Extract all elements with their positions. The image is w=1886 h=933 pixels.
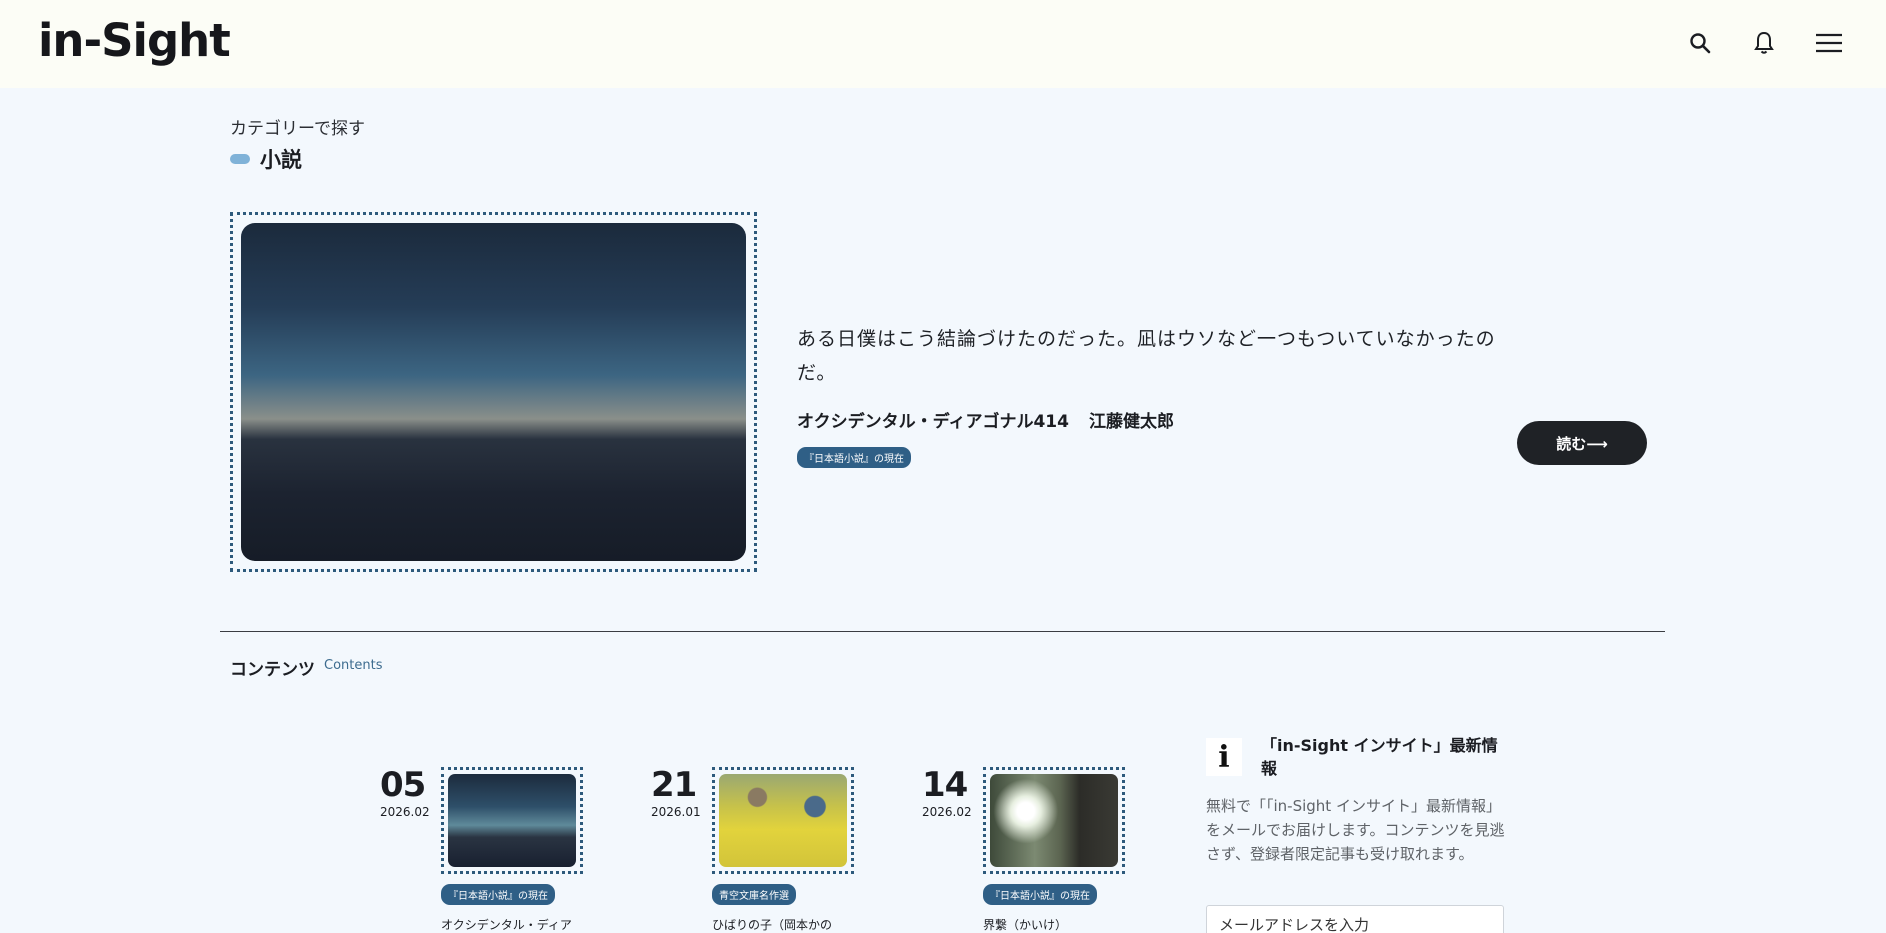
bell-icon[interactable] bbox=[1747, 26, 1781, 60]
featured-meta: オクシデンタル・ディアゴナル414 江藤健太郎 bbox=[797, 407, 1174, 432]
featured-image-frame[interactable] bbox=[230, 212, 757, 572]
category-title: 小説 bbox=[260, 148, 302, 172]
card-year-month: 2026.02 bbox=[380, 805, 430, 819]
category-pill-icon bbox=[230, 154, 250, 164]
newsletter-logo-icon: i bbox=[1206, 738, 1242, 776]
card-tag[interactable]: 『日本語小説』の現在 bbox=[983, 884, 1097, 905]
card-image[interactable] bbox=[990, 774, 1118, 867]
card-tag[interactable]: 『日本語小説』の現在 bbox=[441, 884, 555, 905]
card-image-frame[interactable] bbox=[441, 767, 583, 874]
featured-quote: ある日僕はこう結論づけたのだった。凪はウソなど一つもついていなかったのだ。 bbox=[797, 328, 1496, 384]
newsletter-description: 無料で「「in-Sight インサイト」最新情報」をメールでお届けします。コンテ… bbox=[1206, 797, 1505, 863]
contents-subtitle: Contents bbox=[324, 658, 383, 673]
card-year-month: 2026.02 bbox=[922, 805, 972, 819]
newsletter-title: 「in-Sight インサイト」最新情報 bbox=[1261, 736, 1498, 778]
content-card[interactable]: 05 2026.02 『日本語小説』の現在 オクシデンタル・ディア bbox=[380, 765, 640, 933]
featured-author: 江藤健太郎 bbox=[1088, 412, 1174, 432]
card-image[interactable] bbox=[719, 774, 847, 867]
site-header: in-Sight bbox=[0, 0, 1886, 88]
card-image[interactable] bbox=[448, 774, 576, 867]
card-day: 05 bbox=[380, 765, 426, 805]
email-field[interactable] bbox=[1206, 905, 1504, 933]
read-button[interactable]: 読む⟶ bbox=[1517, 421, 1647, 465]
featured-tag[interactable]: 『日本語小説』の現在 bbox=[797, 447, 911, 468]
featured-work-title[interactable]: オクシデンタル・ディアゴナル414 bbox=[797, 412, 1069, 432]
card-title[interactable]: オクシデンタル・ディア bbox=[441, 916, 572, 933]
card-day: 14 bbox=[922, 765, 968, 805]
content-card[interactable]: 14 2026.02 『日本語小説』の現在 界繋（かいけ） bbox=[922, 765, 1182, 933]
site-logo[interactable]: in-Sight bbox=[38, 14, 231, 67]
content-card[interactable]: 21 2026.01 青空文庫名作選 ひばりの子（岡本かの bbox=[651, 765, 911, 933]
card-title[interactable]: ひばりの子（岡本かの bbox=[712, 916, 832, 933]
card-year-month: 2026.01 bbox=[651, 805, 701, 819]
card-day: 21 bbox=[651, 765, 697, 805]
category-heading: 小説 bbox=[230, 144, 302, 174]
card-image-frame[interactable] bbox=[712, 767, 854, 874]
card-title[interactable]: 界繋（かいけ） bbox=[983, 916, 1067, 933]
category-label: カテゴリーで探す bbox=[230, 119, 365, 139]
search-icon[interactable] bbox=[1683, 26, 1717, 60]
card-image-frame[interactable] bbox=[983, 767, 1125, 874]
menu-icon[interactable] bbox=[1812, 26, 1846, 60]
card-tag[interactable]: 青空文庫名作選 bbox=[712, 884, 796, 905]
section-divider bbox=[220, 631, 1665, 632]
featured-image[interactable] bbox=[241, 223, 746, 561]
contents-title: コンテンツ bbox=[230, 660, 315, 680]
